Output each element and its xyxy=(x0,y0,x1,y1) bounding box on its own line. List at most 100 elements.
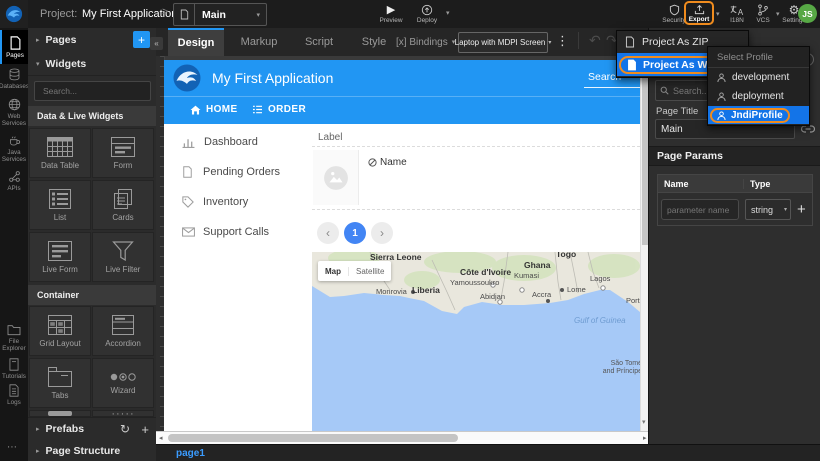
pager-next-button[interactable]: › xyxy=(371,222,393,244)
wavemaker-logo[interactable] xyxy=(0,0,28,28)
collapse-panel-button[interactable]: « xyxy=(150,37,163,50)
sidebar-item-java-services[interactable]: Java Services xyxy=(0,134,28,166)
widget-tile-cards[interactable]: Cards xyxy=(92,180,154,230)
add-param-button[interactable]: + xyxy=(797,201,806,218)
nav-order[interactable]: ORDER xyxy=(252,104,306,115)
sidebar-item-logs[interactable]: Logs xyxy=(0,384,28,410)
sidebar-item-pages[interactable]: Pages xyxy=(0,30,28,64)
page-structure-section-header[interactable]: ▸ Page Structure xyxy=(28,440,156,461)
accordion-icon xyxy=(112,315,134,335)
widget-tile-live-form[interactable]: Live Form xyxy=(29,232,91,282)
scroll-left-arrow[interactable]: ◂ xyxy=(159,434,163,442)
more-options-icon[interactable]: ⋯ xyxy=(7,442,18,453)
refresh-prefabs-icon[interactable]: ↻ xyxy=(120,422,130,436)
shield-icon xyxy=(669,4,680,16)
widget-tile-accordion[interactable]: Accordion xyxy=(92,306,154,356)
add-page-button[interactable]: + xyxy=(133,31,150,48)
live-form-icon xyxy=(48,241,72,261)
export-button[interactable]: Export xyxy=(684,1,714,25)
preview-button[interactable]: ▶ Preview xyxy=(376,2,406,26)
menu-item-inventory[interactable]: Inventory xyxy=(182,196,248,208)
sidebar-item-databases[interactable]: Databases xyxy=(0,68,28,96)
map-label-kumasi: Kumasi xyxy=(514,271,539,280)
coffee-icon xyxy=(8,134,21,147)
scroll-down-arrow[interactable]: ▾ xyxy=(642,418,646,426)
sidebar-item-file-explorer[interactable]: File Explorer xyxy=(0,324,28,356)
grid-layout-icon xyxy=(48,315,72,335)
hscroll-thumb[interactable] xyxy=(168,434,458,442)
widgets-section-header[interactable]: ▾ Widgets xyxy=(28,52,156,76)
tab-markup[interactable]: Markup xyxy=(230,28,288,56)
chevron-down-icon[interactable]: ▾ xyxy=(716,10,720,18)
undo-icon[interactable]: ↶ xyxy=(578,32,601,49)
submenu-title: Select Profile xyxy=(708,47,809,68)
bind-link-icon[interactable] xyxy=(801,125,815,133)
design-canvas[interactable]: My First Application Search HOME ORDER D… xyxy=(164,60,640,431)
widget-tile-data-table[interactable]: Data Table xyxy=(29,128,91,178)
page-selector-dropdown[interactable]: Main ▾ xyxy=(173,3,267,26)
map-widget[interactable]: Map Satellite Sierra Leone Monrovia Libe… xyxy=(312,252,640,431)
user-avatar[interactable]: JS xyxy=(798,4,817,23)
column-header-type: Type xyxy=(744,179,770,189)
chevron-down-icon[interactable]: ▾ xyxy=(446,9,450,17)
widget-tile-wizard[interactable]: Wizard xyxy=(92,358,154,408)
tab-style[interactable]: Style xyxy=(350,28,398,56)
widget-tile-grid-layout[interactable]: Grid Layout xyxy=(29,306,91,356)
widget-tile-form[interactable]: Form xyxy=(92,128,154,178)
vcs-button[interactable]: VCS xyxy=(750,2,776,26)
file-icon xyxy=(625,36,635,48)
widget-tile-tabs[interactable]: Tabs xyxy=(29,358,91,408)
highlight-ring: JndiProfile xyxy=(710,108,790,123)
tree-collapsed-icon: ▸ xyxy=(36,447,40,455)
card-widget[interactable]: Name xyxy=(312,146,640,210)
widget-tile-live-filter[interactable]: Live Filter xyxy=(92,232,154,282)
menu-item-dashboard[interactable]: Dashboard xyxy=(182,136,258,148)
tab-design[interactable]: Design xyxy=(168,28,224,56)
widget-tile-list[interactable]: List xyxy=(29,180,91,230)
map-label-togo: Togo xyxy=(556,252,576,259)
device-selector[interactable]: Laptop with MDPI Screen ▾ xyxy=(458,32,548,53)
menu-item-support-calls[interactable]: Support Calls xyxy=(182,226,269,238)
i18n-button[interactable]: A I18N xyxy=(724,2,750,26)
param-name-input[interactable] xyxy=(661,199,739,220)
page-params-header[interactable]: Page Params xyxy=(649,146,820,166)
map-label-port: Port xyxy=(626,296,640,305)
pager-prev-button[interactable]: ‹ xyxy=(317,222,339,244)
section-container: Container xyxy=(28,285,156,305)
add-prefab-icon[interactable]: + xyxy=(141,422,149,437)
map-button[interactable]: Map xyxy=(318,267,349,276)
nav-home[interactable]: HOME xyxy=(190,104,238,115)
widget-search-box[interactable] xyxy=(34,81,151,101)
menu-item-pending-orders[interactable]: Pending Orders xyxy=(182,166,280,178)
sidebar-item-tutorials[interactable]: Tutorials xyxy=(0,358,28,384)
chevron-down-icon[interactable]: ▾ xyxy=(776,10,780,18)
page-title-label: Page Title xyxy=(656,106,698,117)
svg-text:A: A xyxy=(737,8,743,16)
menu-item-deployment[interactable]: deployment xyxy=(708,87,809,106)
bindings-button[interactable]: [x] Bindings ▾ xyxy=(396,28,455,56)
sidebar-item-web-services[interactable]: Web Services xyxy=(0,98,28,130)
canvas-horizontal-scrollbar[interactable]: ◂ ▸ xyxy=(156,431,653,444)
statusbar-page-link[interactable]: page1 xyxy=(176,448,205,459)
map-label-sierra-leone: Sierra Leone xyxy=(370,252,422,262)
pager-page-1[interactable]: 1 xyxy=(344,222,366,244)
prefabs-section-header[interactable]: ▸ Prefabs ↻ + xyxy=(28,417,156,441)
map-type-control: Map Satellite xyxy=(318,261,391,281)
top-bar: Project: My First Application > Main ▾ ▶… xyxy=(0,0,820,29)
scroll-right-arrow[interactable]: ▸ xyxy=(643,434,647,442)
label-widget[interactable]: Label xyxy=(318,132,342,143)
menu-item-jndiprofile[interactable]: JndiProfile xyxy=(708,106,809,124)
satellite-button[interactable]: Satellite xyxy=(349,267,391,276)
tab-script[interactable]: Script xyxy=(294,28,344,56)
widget-tile-partial-left[interactable] xyxy=(29,410,91,417)
widget-tile-partial-right[interactable]: ····· xyxy=(92,410,154,417)
deploy-button[interactable]: Deploy xyxy=(410,2,444,26)
param-type-select[interactable]: string ▾ xyxy=(745,199,791,220)
app-logo xyxy=(172,63,202,93)
menu-item-development[interactable]: development xyxy=(708,68,809,87)
more-actions-icon[interactable]: ⋮ xyxy=(556,33,569,49)
file-icon xyxy=(627,59,637,71)
widget-search-input[interactable] xyxy=(43,83,154,99)
pages-section-header[interactable]: ▸ Pages + xyxy=(28,28,156,53)
sidebar-item-apis[interactable]: APIs xyxy=(0,170,28,196)
